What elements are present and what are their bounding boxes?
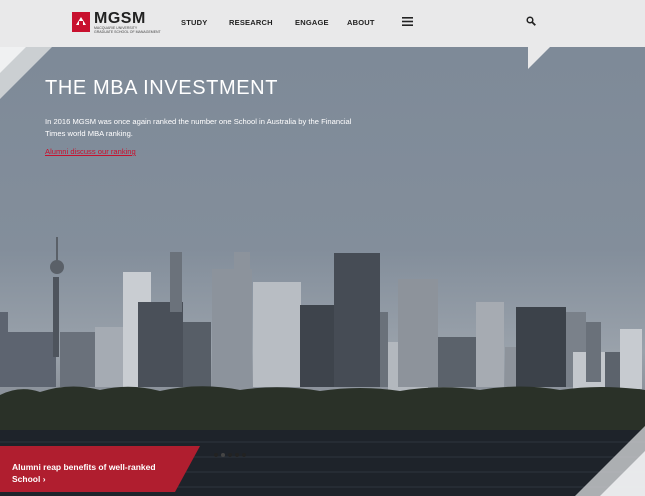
mgsm-logo[interactable]: MGSM MACQUARIE UNIVERSITY GRADUATE SCHOOL… <box>72 10 161 35</box>
nav-research[interactable]: RESEARCH <box>229 18 273 27</box>
banner-text: Alumni reap benefits of well-ranked Scho… <box>12 462 156 484</box>
shield-icon <box>72 12 90 32</box>
carousel-dot-active[interactable] <box>221 453 225 457</box>
carousel-dot[interactable] <box>214 453 218 457</box>
hamburger-icon[interactable] <box>402 17 413 26</box>
nav-study[interactable]: STUDY <box>181 18 207 27</box>
chevron-right-icon: › <box>42 473 46 484</box>
sydney-skyline-image <box>0 237 645 496</box>
logo-subtitle: MACQUARIE UNIVERSITY GRADUATE SCHOOL OF M… <box>94 26 161 34</box>
carousel-dot[interactable] <box>242 453 246 457</box>
hero-description: In 2016 MGSM was once again ranked the n… <box>45 117 352 138</box>
corner-decoration-bottom-right <box>575 426 645 496</box>
hero-section <box>0 47 645 496</box>
nav-about[interactable]: ABOUT <box>347 18 375 27</box>
search-icon[interactable] <box>526 16 536 26</box>
carousel-dot[interactable] <box>235 453 239 457</box>
news-banner[interactable]: Alumni reap benefits of well-ranked Scho… <box>0 446 200 492</box>
hero-title: THE MBA INVESTMENT <box>45 77 279 99</box>
alumni-ranking-link[interactable]: Alumni discuss our ranking <box>45 147 136 156</box>
header-notch-decoration <box>528 47 550 69</box>
carousel-dot[interactable] <box>228 453 232 457</box>
nav-engage[interactable]: ENGAGE <box>295 18 329 27</box>
carousel-dots <box>214 453 246 457</box>
site-header: MGSM MACQUARIE UNIVERSITY GRADUATE SCHOOL… <box>0 0 645 47</box>
